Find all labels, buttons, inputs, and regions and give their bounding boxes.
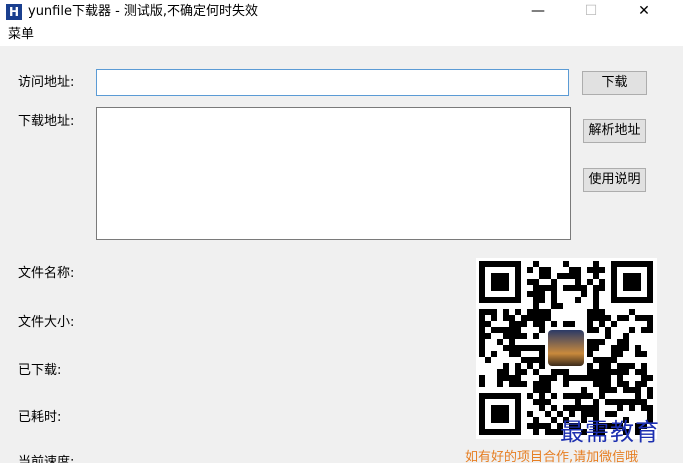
app-window: H yunfile下载器 - 测试版,不确定何时失效 — ☐ ✕ 菜单 访问地址…: [0, 0, 683, 463]
download-address-textarea[interactable]: [96, 107, 571, 240]
file-name-label: 文件名称:: [18, 266, 75, 281]
current-speed-label: 当前速度:: [18, 455, 75, 463]
qr-code-graphic: [479, 261, 653, 435]
downloaded-label: 已下载:: [18, 363, 62, 378]
parse-address-button[interactable]: 解析地址: [583, 119, 646, 143]
download-button[interactable]: 下载: [582, 71, 647, 95]
url-input[interactable]: [96, 69, 569, 96]
maximize-button[interactable]: ☐: [568, 0, 614, 24]
help-button[interactable]: 使用说明: [583, 168, 646, 192]
wechat-qr-code: [476, 258, 657, 439]
title-bar[interactable]: H yunfile下载器 - 测试版,不确定何时失效 — ☐ ✕: [0, 0, 683, 24]
cooperation-note: 如有好的项目合作,请加微信哦: [465, 450, 639, 463]
minimize-button[interactable]: —: [515, 0, 561, 24]
download-address-label: 下载地址:: [18, 114, 75, 129]
elapsed-time-label: 已耗时:: [18, 410, 62, 425]
close-button[interactable]: ✕: [621, 0, 667, 24]
watermark-text: 最需教育: [560, 418, 660, 446]
menu-bar: 菜单: [0, 24, 683, 47]
window-title: yunfile下载器 - 测试版,不确定何时失效: [28, 4, 259, 19]
menu-item-main[interactable]: 菜单: [8, 27, 34, 43]
file-size-label: 文件大小:: [18, 315, 75, 330]
app-logo-icon: H: [6, 4, 22, 20]
url-label: 访问地址:: [18, 75, 75, 90]
